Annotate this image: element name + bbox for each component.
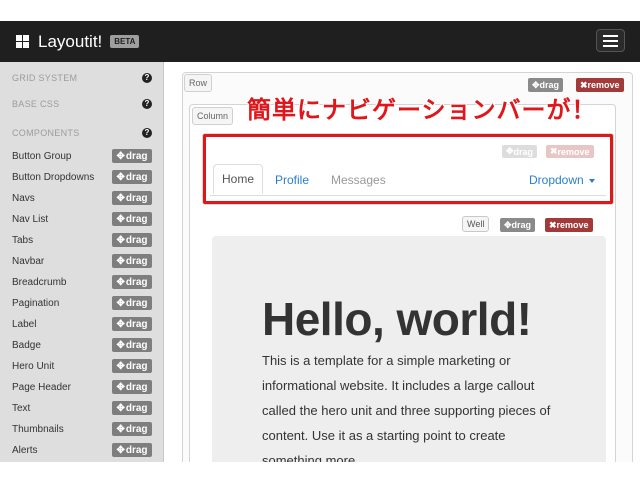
section-components[interactable]: COMPONENTS ? [0,123,163,143]
tab-dropdown[interactable]: Dropdown [529,166,595,196]
drag-handle[interactable]: ✥ drag [112,191,152,205]
bottom-strip [0,462,640,480]
navs-remove-button[interactable]: ✖ remove [546,145,594,158]
drag-handle[interactable]: ✥ drag [112,338,152,352]
help-icon[interactable]: ? [142,99,152,109]
sidebar-item-pagination: Pagination ✥ drag [0,293,163,313]
move-icon: ✥ [116,402,125,414]
move-icon: ✥ [116,150,125,162]
section-base-css[interactable]: BASE CSS ? [0,94,163,114]
move-icon: ✥ [532,79,540,90]
hero-drag-button[interactable]: ✥ drag [500,218,536,232]
drag-handle[interactable]: ✥ drag [112,443,152,457]
brand[interactable]: Layoutit! BETA [16,21,140,62]
drag-handle[interactable]: ✥ drag [112,317,152,331]
close-icon: ✖ [550,146,558,156]
sidebar-item-nav-list: Nav List ✥ drag [0,209,163,229]
move-icon: ✥ [116,360,125,372]
move-icon: ✥ [116,276,125,288]
sidebar-item-hero-unit: Hero Unit ✥ drag [0,356,163,376]
section-label[interactable]: GRID SYSTEM [0,73,163,83]
section-label[interactable]: BASE CSS [0,99,163,109]
section-label[interactable]: COMPONENTS [0,128,163,138]
beta-badge: BETA [110,35,140,48]
drag-handle[interactable]: ✥ drag [112,296,152,310]
close-icon: ✖ [549,219,557,230]
sidebar-item-button-dropdowns: Button Dropdowns ✥ drag [0,167,163,187]
move-icon: ✥ [116,339,125,351]
tab-profile[interactable]: Profile [275,166,309,196]
move-icon: ✥ [116,171,125,183]
sidebar-item-label-component: Label ✥ drag [0,314,163,334]
move-icon: ✥ [116,255,125,267]
sidebar-item-thumbnails: Thumbnails ✥ drag [0,419,163,439]
sidebar: GRID SYSTEM ? BASE CSS ? COMPONENTS ? Bu… [0,62,164,462]
navs-drag-button[interactable]: ✥ drag [502,145,538,158]
sidebar-item-breadcrumb: Breadcrumb ✥ drag [0,272,163,292]
move-icon: ✥ [116,318,125,330]
sidebar-item-navs: Navs ✥ drag [0,188,163,208]
drag-handle[interactable]: ✥ drag [112,149,152,163]
tab-home[interactable]: Home [213,164,263,194]
well-tag[interactable]: Well [462,216,490,232]
column-tag[interactable]: Column [192,107,234,125]
sidebar-item-page-header: Page Header ✥ drag [0,377,163,397]
drag-handle[interactable]: ✥ drag [112,422,152,436]
brand-name[interactable]: Layoutit! [38,32,102,52]
move-icon: ✥ [504,219,512,230]
annotation-caption: 簡単にナビゲーションバーが！ [247,96,597,124]
move-icon: ✥ [116,423,125,435]
hamburger-icon [603,34,618,37]
sidebar-item-badge: Badge ✥ drag [0,335,163,355]
grid-logo-icon [16,35,29,48]
drag-handle[interactable]: ✥ drag [112,401,152,415]
move-icon: ✥ [116,444,125,456]
menu-toggle-button[interactable] [596,29,625,52]
drag-handle[interactable]: ✥ drag [112,359,152,373]
close-icon: ✖ [580,79,588,90]
move-icon: ✥ [116,381,125,393]
tab-messages[interactable]: Messages [331,166,386,196]
top-navbar: Layoutit! BETA [0,21,640,62]
move-icon: ✥ [116,297,125,309]
sidebar-item-text: Text ✥ drag [0,398,163,418]
drag-handle[interactable]: ✥ drag [112,170,152,184]
row-tag[interactable]: Row [184,74,213,92]
drag-handle[interactable]: ✥ drag [112,212,152,226]
help-icon[interactable]: ? [142,73,152,83]
move-icon: ✥ [116,192,125,204]
move-icon: ✥ [116,213,125,225]
drag-handle[interactable]: ✥ drag [112,233,152,247]
move-icon: ✥ [116,234,125,246]
hero-remove-button[interactable]: ✖ remove [545,218,593,232]
sidebar-item-button-group: Button Group ✥ drag [0,146,163,166]
section-grid-system[interactable]: GRID SYSTEM ? [0,68,163,88]
move-icon: ✥ [506,146,514,156]
hero-title: Hello, world! [262,293,532,345]
drag-handle[interactable]: ✥ drag [112,380,152,394]
caret-down-icon [588,178,595,183]
help-icon[interactable]: ? [142,128,152,138]
hero-text: This is a template for a simple marketin… [262,353,551,468]
sidebar-item-alerts: Alerts ✥ drag [0,440,163,460]
sidebar-item-tabs: Tabs ✥ drag [0,230,163,250]
drag-handle[interactable]: ✥ drag [112,254,152,268]
drag-handle[interactable]: ✥ drag [112,275,152,289]
sidebar-item-navbar: Navbar ✥ drag [0,251,163,271]
